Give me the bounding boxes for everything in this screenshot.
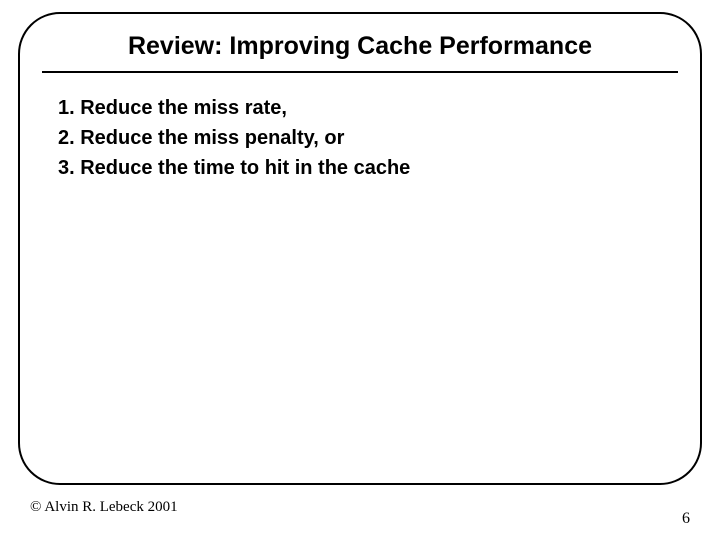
list-item: 3. Reduce the time to hit in the cache bbox=[58, 153, 670, 183]
list-item: 2. Reduce the miss penalty, or bbox=[58, 123, 670, 153]
page-number: 6 bbox=[682, 510, 690, 528]
slide-title: Review: Improving Cache Performance bbox=[42, 32, 678, 73]
slide-frame: Review: Improving Cache Performance 1. R… bbox=[18, 12, 702, 485]
list-item: 1. Reduce the miss rate, bbox=[58, 93, 670, 123]
content-area: 1. Reduce the miss rate, 2. Reduce the m… bbox=[50, 93, 670, 183]
copyright-text: © Alvin R. Lebeck 2001 bbox=[30, 499, 178, 516]
